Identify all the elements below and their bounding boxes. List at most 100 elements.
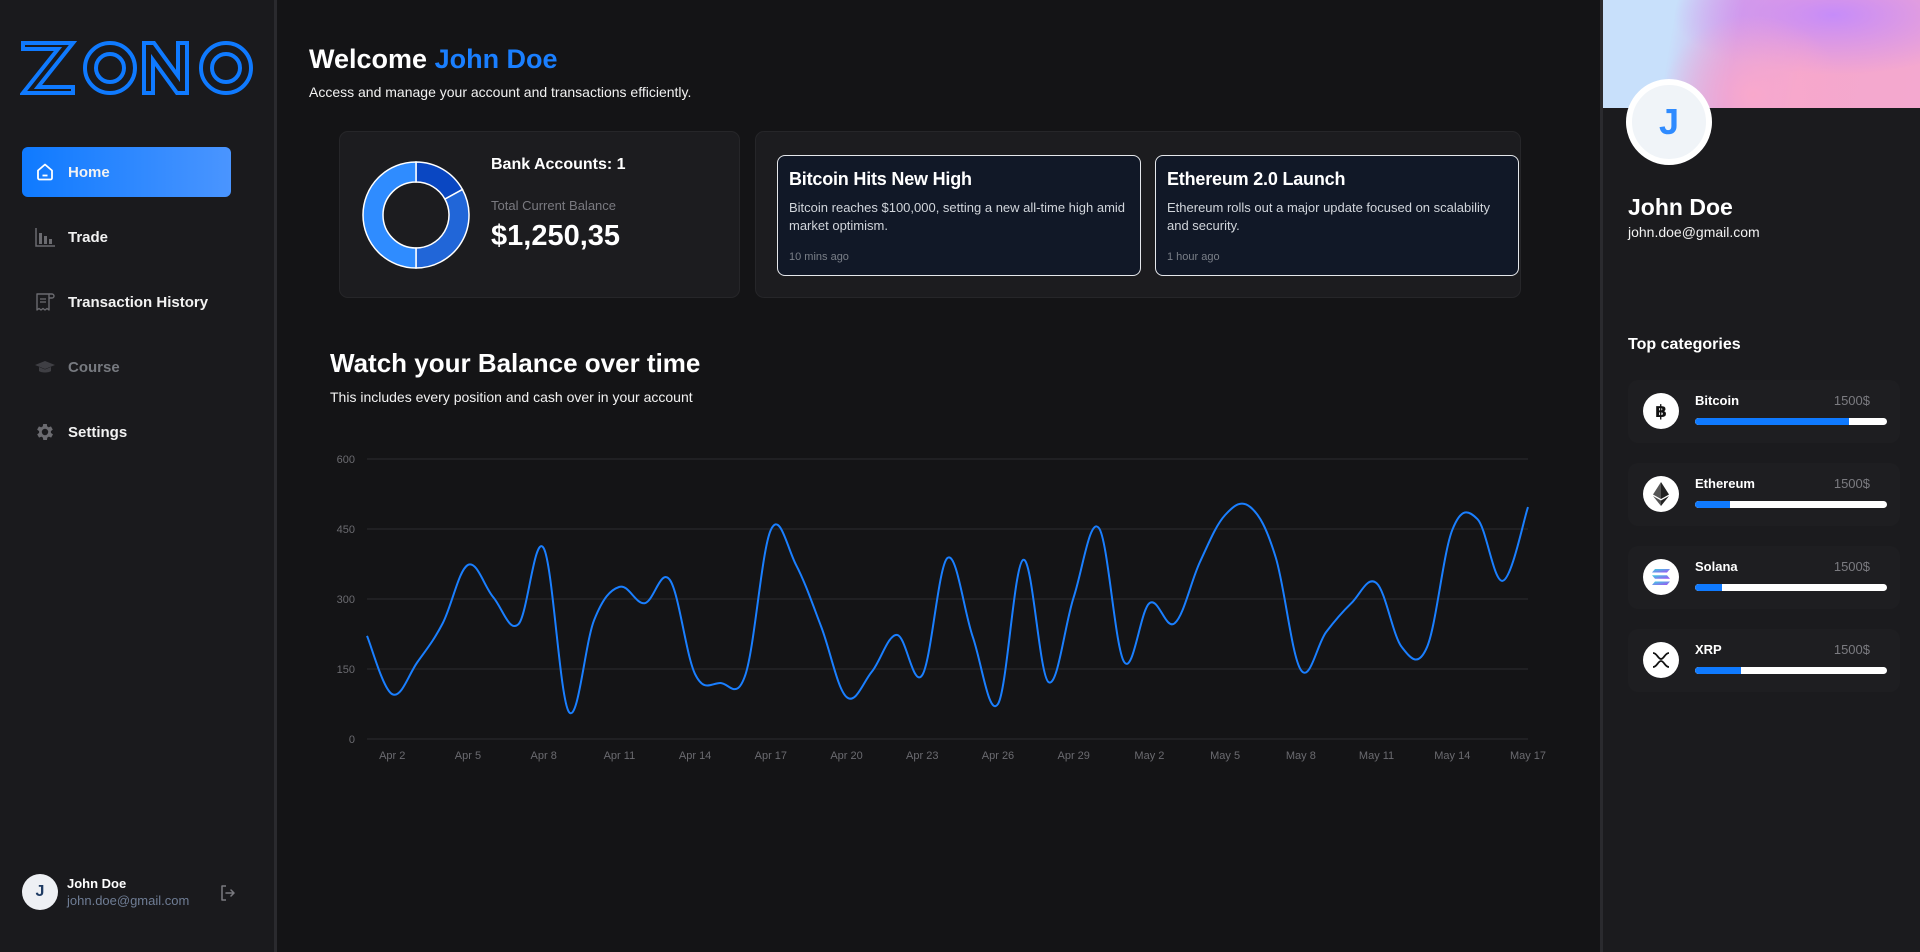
data-point[interactable] [1472, 513, 1484, 525]
category-progress-fill [1695, 418, 1849, 425]
data-point[interactable] [942, 552, 954, 564]
sidebar-nav: Home Trade Transaction History Course Se… [22, 147, 231, 472]
sidebar-user: J John Doe john.doe@gmail.com [22, 874, 257, 910]
data-point[interactable] [1270, 551, 1282, 563]
category-name: Bitcoin [1695, 393, 1740, 408]
data-point[interactable] [891, 629, 903, 641]
sidebar-item-course[interactable]: Course [22, 342, 231, 392]
category-amount: 1500$ [1833, 559, 1870, 574]
category-progress-fill [1695, 584, 1722, 591]
data-point[interactable] [386, 688, 398, 700]
category-item-solana[interactable]: Solana 1500$ [1628, 546, 1900, 609]
category-name: Ethereum [1695, 476, 1755, 491]
sidebar-item-label: Home [68, 163, 110, 181]
data-point[interactable] [487, 591, 499, 603]
category-item-xrp[interactable]: XRP 1500$ [1628, 629, 1900, 692]
data-point[interactable] [1169, 617, 1181, 629]
home-icon [34, 161, 56, 183]
x-tick-label: Apr 26 [982, 750, 1014, 762]
profile-avatar[interactable]: J [1626, 79, 1712, 165]
data-point[interactable] [462, 559, 474, 571]
data-point[interactable] [538, 542, 550, 554]
y-tick-label: 600 [337, 454, 355, 466]
data-point[interactable] [841, 691, 853, 703]
data-point[interactable] [1497, 575, 1509, 587]
sidebar-item-settings[interactable]: Settings [22, 407, 231, 457]
avatar[interactable]: J [22, 874, 58, 910]
data-point[interactable] [588, 614, 600, 626]
category-name: Solana [1695, 559, 1738, 574]
data-point[interactable] [992, 698, 1004, 710]
data-point[interactable] [1194, 556, 1206, 568]
logout-icon[interactable] [219, 884, 237, 902]
category-amount: 1500$ [1833, 642, 1870, 657]
category-progress [1695, 418, 1887, 425]
gear-icon [34, 421, 56, 443]
user-email: john.doe@gmail.com [67, 893, 190, 908]
data-point[interactable] [664, 574, 676, 586]
data-point[interactable] [1118, 656, 1130, 668]
data-point[interactable] [563, 706, 575, 718]
category-item-ethereum[interactable]: Ethereum 1500$ [1628, 463, 1900, 526]
data-point[interactable] [1143, 597, 1155, 609]
x-tick-label: Apr 14 [679, 750, 711, 762]
data-point[interactable] [639, 597, 651, 609]
data-point[interactable] [1345, 597, 1357, 609]
data-point[interactable] [740, 668, 752, 680]
welcome-user-name: John Doe [434, 44, 558, 74]
data-point[interactable] [1371, 577, 1383, 589]
data-point[interactable] [512, 618, 524, 630]
balance-donut-chart [362, 161, 470, 269]
data-point[interactable] [1017, 554, 1029, 566]
data-point[interactable] [714, 677, 726, 689]
data-point[interactable] [1219, 509, 1231, 521]
chart-title: Watch your Balance over time [330, 348, 701, 378]
donut-segment [415, 188, 470, 269]
category-amount: 1500$ [1833, 393, 1870, 408]
data-point[interactable] [1068, 591, 1080, 603]
data-point[interactable] [1295, 664, 1307, 676]
data-point[interactable] [916, 669, 928, 681]
data-point[interactable] [1396, 641, 1408, 653]
data-point[interactable] [1320, 626, 1332, 638]
sidebar-item-transaction-history[interactable]: Transaction History [22, 277, 231, 327]
news-title: Bitcoin Hits New High [789, 169, 972, 189]
news-card[interactable]: Bitcoin Hits New High Bitcoin reaches $1… [777, 155, 1141, 276]
data-point[interactable] [1244, 501, 1256, 513]
sidebar-item-home[interactable]: Home [22, 147, 231, 197]
top-categories-title: Top categories [1628, 336, 1741, 353]
ethereum-icon [1643, 476, 1679, 512]
zono-logo[interactable] [20, 38, 256, 98]
data-point[interactable] [866, 666, 878, 678]
data-point[interactable] [689, 668, 701, 680]
data-point[interactable] [437, 617, 449, 629]
profile-name: John Doe [1628, 194, 1733, 220]
x-tick-label: Apr 5 [455, 750, 481, 762]
category-item-bitcoin[interactable]: ฿ Bitcoin 1500$ [1628, 380, 1900, 443]
x-tick-label: Apr 29 [1057, 750, 1089, 762]
x-tick-label: May 17 [1510, 750, 1546, 762]
data-point[interactable] [1446, 524, 1458, 536]
news-section: Bitcoin Hits New High Bitcoin reaches $1… [755, 131, 1521, 298]
x-tick-label: Apr 11 [604, 750, 636, 762]
page-title: Welcome John Doe [309, 44, 558, 75]
sidebar-item-trade[interactable]: Trade [22, 212, 231, 262]
category-progress [1695, 584, 1887, 591]
data-point[interactable] [613, 581, 625, 593]
data-point[interactable] [1042, 676, 1054, 688]
xrp-icon [1643, 642, 1679, 678]
y-tick-label: 450 [337, 524, 355, 536]
news-card[interactable]: Ethereum 2.0 Launch Ethereum rolls out a… [1155, 155, 1519, 276]
data-point[interactable] [411, 656, 423, 668]
data-point[interactable] [815, 621, 827, 633]
x-tick-label: Apr 17 [755, 750, 787, 762]
data-point[interactable] [967, 631, 979, 643]
data-point[interactable] [1421, 641, 1433, 653]
x-tick-label: Apr 20 [830, 750, 862, 762]
data-point[interactable] [361, 630, 373, 642]
sidebar-item-label: Trade [68, 228, 109, 246]
data-point[interactable] [790, 559, 802, 571]
data-point[interactable] [1093, 522, 1105, 534]
data-point[interactable] [765, 524, 777, 536]
data-point[interactable] [1522, 501, 1534, 513]
